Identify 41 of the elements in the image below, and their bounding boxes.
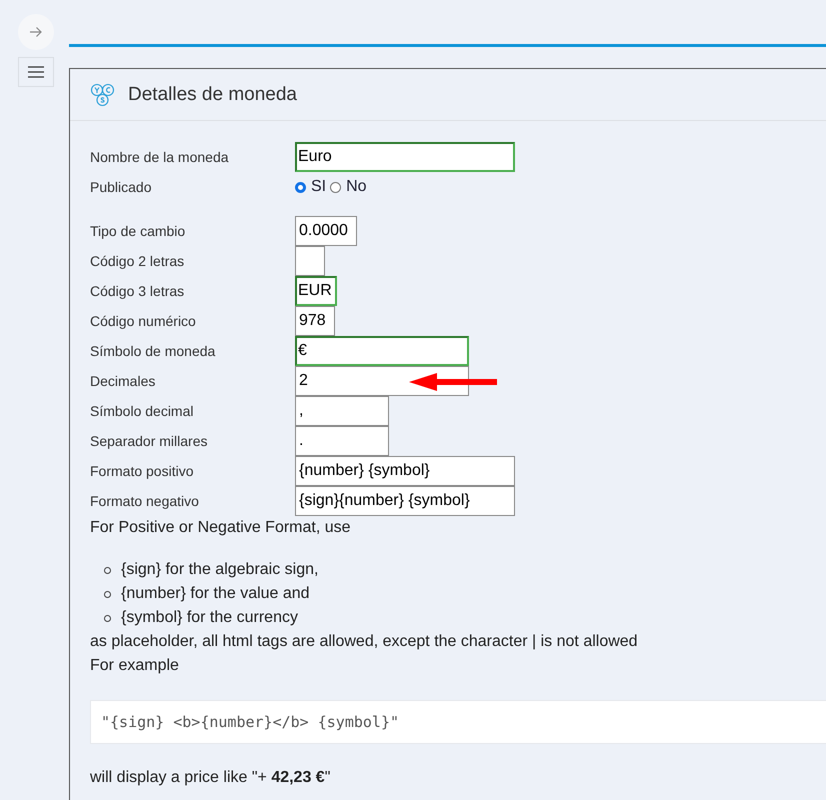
menu-button[interactable] (18, 57, 54, 87)
input-field[interactable]: 978 (295, 306, 335, 336)
input-field[interactable]: € (295, 336, 469, 366)
help-text: For example (90, 656, 180, 676)
help-text: For Positive or Negative Format, use (90, 518, 352, 538)
field-label: Formato positivo (90, 463, 194, 479)
code-block: "{sign} <b>{number}</b> {symbol}" (90, 700, 826, 744)
field-label: Separador millares (90, 433, 208, 449)
field-label: Tipo de cambio (90, 223, 186, 239)
field-label: Símbolo de moneda (90, 343, 216, 359)
input-field[interactable]: 2 (295, 366, 469, 396)
input-field[interactable]: {number} {symbol} (295, 456, 515, 486)
list-item: {number} for the value and (121, 584, 310, 604)
input-field[interactable]: . (295, 426, 389, 456)
help-text: will display a price like "+ 42,23 €" (90, 768, 332, 788)
help-text: as placeholder, all html tags are allowed, except the character | is not allowed (90, 632, 639, 652)
bullet-icon (104, 590, 111, 598)
input-field[interactable]: Euro (295, 142, 515, 172)
panel-title: Detalles de moneda (128, 84, 297, 106)
field-label: Publicado (90, 179, 152, 195)
coins-icon (90, 82, 116, 106)
input-field[interactable]: , (295, 396, 389, 426)
input-field[interactable] (295, 246, 325, 276)
field-label: Símbolo decimal (90, 403, 194, 419)
arrow-right-icon (29, 26, 43, 38)
radio-option[interactable]: No (330, 178, 367, 196)
input-field[interactable]: EUR (295, 276, 337, 306)
field-label: Nombre de la moneda (90, 149, 230, 165)
field-label: Formato negativo (90, 493, 200, 509)
input-field[interactable]: 0.0000 (295, 216, 357, 246)
bullet-icon (104, 566, 111, 574)
input-field[interactable]: {sign}{number} {symbol} (295, 486, 515, 516)
field-label: Decimales (90, 373, 156, 389)
menu-icon (28, 66, 44, 78)
field-label: Código 3 letras (90, 283, 186, 299)
bullet-icon (104, 614, 111, 622)
radio-option[interactable]: SI (295, 178, 326, 196)
field-label: Código 2 letras (90, 253, 186, 269)
list-item: {symbol} for the currency (121, 608, 298, 628)
list-item: {sign} for the algebraic sign, (121, 560, 318, 580)
field-label: Código numérico (90, 313, 197, 329)
